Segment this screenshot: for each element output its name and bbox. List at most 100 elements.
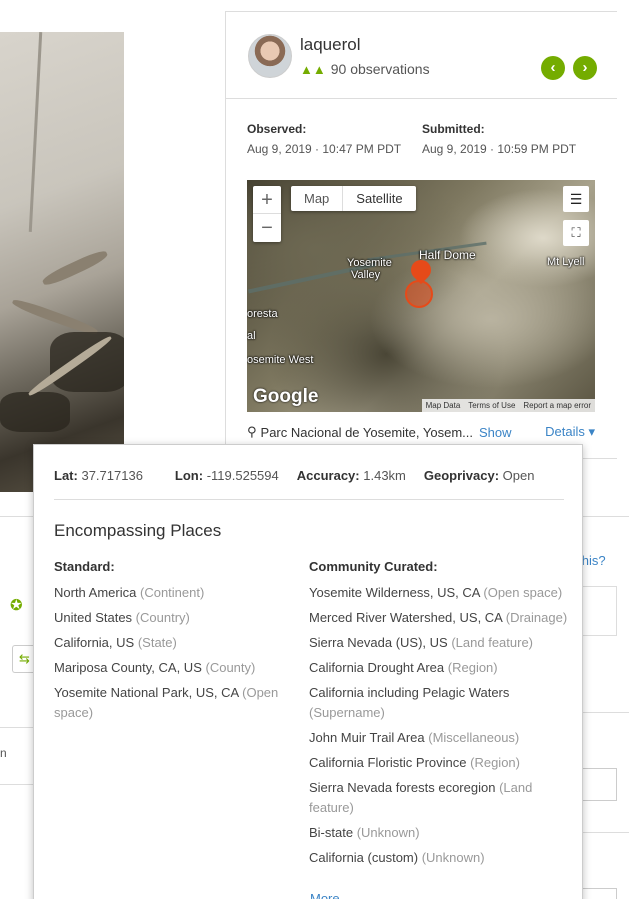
place-item-name[interactable]: John Muir Trail Area bbox=[309, 730, 425, 745]
photo-leaf bbox=[40, 247, 110, 289]
place-list-item[interactable]: United States (Country) bbox=[54, 608, 289, 628]
observation-map[interactable]: + − Map Satellite ☰ ⛶ Yosemite Valley Ha… bbox=[247, 180, 595, 412]
lat-label: Lat: bbox=[54, 468, 78, 483]
place-item-type: (Unknown) bbox=[421, 850, 485, 865]
observation-info-panel: laquerol ▲▲ 90 observations ‹ › Observed… bbox=[225, 11, 617, 459]
background-input[interactable] bbox=[583, 888, 617, 899]
place-item-name[interactable]: Sierra Nevada (US), US bbox=[309, 635, 448, 650]
divider bbox=[583, 712, 629, 713]
observed-value: Aug 9, 2019 · 10:47 PM PDT bbox=[247, 142, 402, 156]
map-type-satellite-button[interactable]: Satellite bbox=[343, 186, 415, 211]
place-item-type: (County) bbox=[205, 660, 256, 675]
place-item-name[interactable]: Yosemite National Park, US, CA bbox=[54, 685, 239, 700]
place-item-name[interactable]: North America bbox=[54, 585, 136, 600]
place-list-item[interactable]: John Muir Trail Area (Miscellaneous) bbox=[309, 728, 571, 748]
place-list-item[interactable]: Merced River Watershed, US, CA (Drainage… bbox=[309, 608, 571, 628]
lat-value: 37.717136 bbox=[81, 468, 143, 483]
place-item-type: (Land feature) bbox=[451, 635, 534, 650]
more-link[interactable]: More bbox=[310, 891, 340, 899]
observed-label: Observed: bbox=[247, 122, 307, 136]
photo-shadow bbox=[50, 332, 124, 392]
place-list-item[interactable]: California (custom) (Unknown) bbox=[309, 848, 571, 868]
place-item-type: (Open space) bbox=[483, 585, 563, 600]
encompassing-places-title: Encompassing Places bbox=[54, 521, 222, 540]
place-list-item[interactable]: Sierra Nevada forests ecoregion (Land fe… bbox=[309, 778, 571, 818]
place-item-type: (Drainage) bbox=[505, 610, 568, 625]
map-label-foresta: oresta bbox=[247, 308, 278, 320]
place-item-name[interactable]: Merced River Watershed, US, CA bbox=[309, 610, 502, 625]
place-list-item[interactable]: California, US (State) bbox=[54, 633, 289, 653]
divider bbox=[54, 499, 564, 500]
fullscreen-icon[interactable]: ⛶ bbox=[563, 220, 589, 246]
binoculars-icon: ▲▲ bbox=[300, 61, 326, 77]
coordinates-row: Lat: 37.717136 Lon: -119.525594 Accuracy… bbox=[54, 468, 552, 483]
place-item-type: (Supername) bbox=[309, 705, 385, 720]
background-panel bbox=[580, 586, 617, 636]
map-data-link[interactable]: Map Data bbox=[422, 399, 465, 412]
place-list-item[interactable]: Yosemite Wilderness, US, CA (Open space) bbox=[309, 583, 571, 603]
divider bbox=[0, 727, 33, 728]
place-list-item[interactable]: Mariposa County, CA, US (County) bbox=[54, 658, 289, 678]
background-fragment-text: n bbox=[0, 746, 7, 760]
place-item-name[interactable]: United States bbox=[54, 610, 132, 625]
place-item-type: (Region) bbox=[447, 660, 498, 675]
zoom-control: + − bbox=[253, 186, 281, 242]
place-item-name[interactable]: California including Pelagic Waters bbox=[309, 685, 509, 700]
place-item-name[interactable]: California Drought Area bbox=[309, 660, 444, 675]
place-details-popup: Lat: 37.717136 Lon: -119.525594 Accuracy… bbox=[33, 444, 583, 899]
details-dropdown[interactable]: Details ▾ bbox=[545, 424, 595, 440]
place-list-item[interactable]: California including Pelagic Waters (Sup… bbox=[309, 683, 571, 723]
place-item-name[interactable]: California, US bbox=[54, 635, 134, 650]
longitude: Lon: -119.525594 bbox=[175, 468, 279, 483]
place-list-item[interactable]: California Floristic Province (Region) bbox=[309, 753, 571, 773]
place-list-item[interactable]: Bi-state (Unknown) bbox=[309, 823, 571, 843]
place-item-name[interactable]: Mariposa County, CA, US bbox=[54, 660, 202, 675]
latitude: Lat: 37.717136 bbox=[54, 468, 143, 483]
submitted-label: Submitted: bbox=[422, 122, 485, 136]
community-heading: Community Curated: bbox=[309, 559, 438, 574]
map-type-control: Map Satellite bbox=[291, 186, 416, 211]
accuracy: Accuracy: 1.43km bbox=[297, 468, 406, 483]
map-label-yosemite-west: osemite West bbox=[247, 354, 314, 366]
place-item-type: (Region) bbox=[470, 755, 520, 770]
place-item-name[interactable]: Sierra Nevada forests ecoregion bbox=[309, 780, 495, 795]
previous-observation-button[interactable]: ‹ bbox=[541, 56, 565, 80]
place-item-name[interactable]: California Floristic Province bbox=[309, 755, 467, 770]
map-label-mt-lyell: Mt Lyell bbox=[547, 256, 585, 268]
layers-icon[interactable]: ☰ bbox=[563, 186, 589, 212]
accuracy-label: Accuracy: bbox=[296, 468, 360, 483]
place-list-item[interactable]: Yosemite National Park, US, CA (Open spa… bbox=[54, 683, 289, 723]
submitted-date: Submitted: Aug 9, 2019 · 10:59 PM PDT bbox=[422, 122, 576, 156]
lon-value: -119.525594 bbox=[206, 468, 279, 483]
map-label-al: al bbox=[247, 330, 256, 342]
observation-count[interactable]: ▲▲ 90 observations bbox=[300, 61, 430, 77]
zoom-out-button[interactable]: − bbox=[253, 214, 281, 242]
avatar[interactable] bbox=[248, 34, 292, 78]
place-item-type: (Miscellaneous) bbox=[428, 730, 520, 745]
background-input[interactable] bbox=[583, 768, 617, 801]
place-item-name[interactable]: Yosemite Wilderness, US, CA bbox=[309, 585, 480, 600]
place-list-item[interactable]: North America (Continent) bbox=[54, 583, 289, 603]
observed-date: Observed: Aug 9, 2019 · 10:47 PM PDT bbox=[247, 122, 401, 156]
place-item-name[interactable]: California (custom) bbox=[309, 850, 418, 865]
observation-photo[interactable] bbox=[0, 32, 124, 492]
terms-of-use-link[interactable]: Terms of Use bbox=[464, 399, 519, 412]
observation-count-label: 90 observations bbox=[330, 61, 430, 77]
map-label-half-dome: Half Dome bbox=[419, 248, 476, 262]
map-type-map-button[interactable]: Map bbox=[291, 186, 344, 211]
report-map-error-link[interactable]: Report a map error bbox=[519, 399, 595, 412]
show-link[interactable]: Show bbox=[479, 425, 512, 440]
divider bbox=[0, 784, 33, 785]
place-list-item[interactable]: Sierra Nevada (US), US (Land feature) bbox=[309, 633, 571, 653]
username[interactable]: laquerol bbox=[300, 35, 430, 55]
lon-label: Lon: bbox=[174, 468, 204, 483]
location-pin-icon: ⚲ bbox=[247, 424, 257, 439]
map-label-yosemite: Yosemite bbox=[347, 257, 392, 269]
standard-places-list: Standard: North America (Continent) Unite… bbox=[54, 559, 289, 728]
place-list-item[interactable]: California Drought Area (Region) bbox=[309, 658, 571, 678]
geoprivacy-label: Geoprivacy: bbox=[423, 468, 500, 483]
place-item-name[interactable]: Bi-state bbox=[309, 825, 353, 840]
zoom-in-button[interactable]: + bbox=[253, 186, 281, 214]
user-block: laquerol ▲▲ 90 observations bbox=[248, 34, 430, 78]
next-observation-button[interactable]: › bbox=[573, 56, 597, 80]
